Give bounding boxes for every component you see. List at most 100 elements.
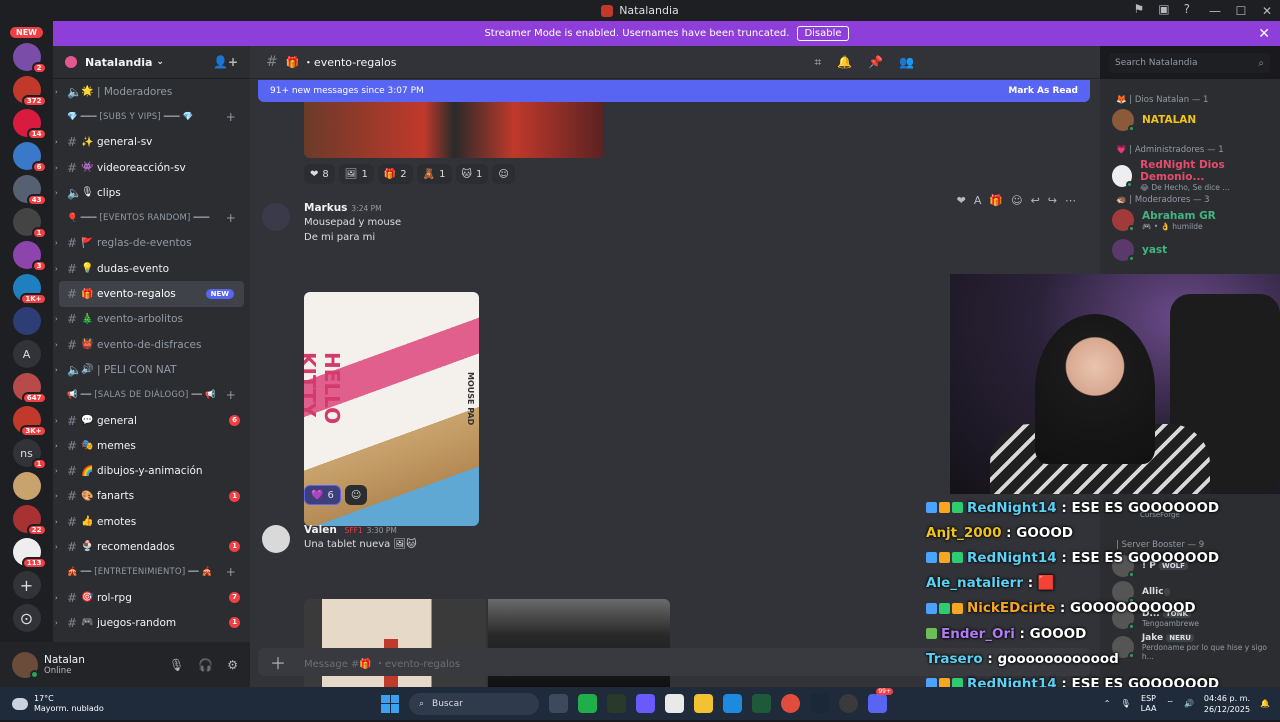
channel-item[interactable]: # 🎁 evento-regalos NEW — [59, 281, 244, 307]
weather-widget[interactable]: 17°C Mayorm. nublado — [12, 694, 104, 714]
channel-category[interactable]: 📢 ━━ [SALAS DE DIÁLOGO] ━━ 📢 + — [53, 383, 250, 408]
channel-item[interactable]: › # 🎨 fanarts 1 — [53, 484, 250, 509]
avatar[interactable] — [262, 203, 290, 231]
windows-start-icon[interactable] — [381, 694, 399, 713]
search-input[interactable]: Search Natalandia ⌕ — [1109, 53, 1270, 73]
reaction-pill[interactable]: 🎁 2 — [377, 164, 413, 184]
inbox-icon[interactable]: ⚑ — [1134, 2, 1145, 16]
channel-item[interactable]: › 🔈 🌟 | Moderadores — [53, 79, 250, 104]
add-channel-icon[interactable]: + — [226, 110, 236, 124]
add-channel-icon[interactable]: + — [226, 565, 236, 579]
bell-icon[interactable]: 🔔 — [1260, 699, 1270, 708]
microphone-icon[interactable]: 🎙 — [169, 658, 184, 672]
channel-item[interactable]: › # 🎮 juegos-random 1 — [53, 610, 250, 635]
server-icon[interactable]: A — [12, 340, 41, 368]
wifi-icon[interactable]: ⌔ — [1166, 699, 1174, 709]
close-icon[interactable]: ✕ — [1258, 26, 1270, 42]
chrome-icon[interactable] — [781, 694, 800, 713]
volume-icon[interactable]: 🔊 — [1184, 699, 1194, 708]
channel-item[interactable]: › # 💬 general 6 — [53, 408, 250, 433]
steam-icon[interactable] — [810, 694, 829, 713]
forward-icon[interactable]: ↪ — [1048, 194, 1057, 207]
add-channel-icon[interactable]: + — [226, 388, 236, 402]
channel-item[interactable]: › # 🍨 recomendados 1 — [53, 534, 250, 559]
add-reaction-button[interactable]: ☺ — [492, 164, 515, 184]
language-indicator[interactable]: ESP LAA — [1141, 694, 1157, 714]
channel-item[interactable]: › # 👾 videoreacción-sv — [53, 155, 250, 180]
message-author[interactable]: Valen SFF1 3:30 PM — [304, 524, 397, 536]
gear-icon[interactable]: ⚙ — [227, 658, 238, 672]
folder-icon[interactable] — [694, 694, 713, 713]
reply-icon[interactable]: ↩ — [1031, 194, 1040, 207]
reaction-pill[interactable]: 💜 6 — [304, 485, 341, 505]
add-reaction-icon[interactable]: ☺ — [1011, 194, 1022, 207]
edge-icon[interactable] — [723, 694, 742, 713]
channel-item[interactable]: › # 🌈 dibujos-y-animación — [53, 458, 250, 483]
server-icon[interactable]: 14 — [12, 109, 47, 140]
help-icon[interactable]: ? — [1184, 2, 1190, 16]
avatar[interactable] — [262, 525, 290, 553]
channel-item[interactable]: › # 🚩 reglas-de-eventos — [53, 231, 250, 256]
member-item[interactable]: Abraham GR 🎮 • 👌 humilde — [1112, 209, 1216, 232]
app-icon[interactable] — [578, 694, 597, 713]
translate-icon[interactable]: A — [974, 194, 982, 207]
member-item[interactable]: yast — [1112, 239, 1167, 262]
add-channel-icon[interactable]: + — [226, 211, 236, 225]
discord-icon[interactable]: 99+ — [868, 688, 893, 713]
server-icon[interactable]: ns 1 — [12, 439, 47, 470]
bell-icon[interactable]: 🔔 — [837, 55, 852, 70]
server-icon[interactable] — [12, 307, 41, 335]
chevron-up-icon[interactable]: ⌃ — [1104, 699, 1111, 708]
gift-icon[interactable]: 🎁 — [989, 194, 1003, 207]
maximize-button[interactable]: ☐ — [1228, 4, 1254, 18]
member-item[interactable]: RedNight Dios Demonio... 😂 De Hecho, Se d… — [1112, 159, 1280, 192]
server-icon[interactable]: 43 — [12, 175, 47, 206]
server-icon[interactable]: 1K+ — [12, 274, 47, 305]
message-author[interactable]: Markus 3:24 PM — [304, 202, 382, 214]
invite-icon[interactable]: 👤+ — [213, 55, 238, 69]
app-icon[interactable] — [607, 694, 626, 713]
threads-icon[interactable]: ⌗ — [814, 55, 821, 70]
channel-category[interactable]: 🎈 ━━━ [EVENTOS RANDOM] ━━━ + — [53, 205, 250, 230]
discover-button[interactable]: ⊙ — [12, 604, 41, 632]
channel-item[interactable]: › # 🎯 rol-rpg 7 — [53, 585, 250, 610]
server-icon[interactable]: 1 — [12, 208, 47, 239]
channel-item[interactable]: › # 👹 evento-de-disfraces — [53, 332, 250, 357]
reaction-pill[interactable]: 🐱 1 — [455, 164, 489, 184]
server-icon[interactable]: 3K+ — [12, 406, 47, 437]
member-item[interactable]: NATALAN — [1112, 109, 1196, 132]
channel-item[interactable]: › # 🎭 memes — [53, 433, 250, 458]
task-view-icon[interactable] — [549, 694, 568, 713]
minimize-button[interactable]: — — [1202, 4, 1228, 18]
taskbar-search[interactable]: ⌕ Buscar — [409, 692, 539, 715]
channel-item[interactable]: › # 🎄 evento-arbolitos — [53, 307, 250, 332]
heart-icon[interactable]: ❤ — [957, 194, 966, 207]
app-icon[interactable] — [839, 694, 858, 713]
channel-item[interactable]: › # ✨ general-sv — [53, 130, 250, 155]
server-icon[interactable]: 6 — [12, 142, 47, 173]
copilot-icon[interactable] — [636, 694, 655, 713]
disable-streamer-button[interactable]: Disable — [797, 26, 849, 41]
reaction-pill[interactable]: 🧸 1 — [416, 164, 452, 184]
members-icon[interactable]: 👥 — [899, 55, 914, 70]
microphone-icon[interactable]: 🎙 — [1120, 699, 1130, 708]
reaction-pill[interactable]: 🖼 1 — [338, 164, 374, 184]
add-reaction-button[interactable]: ☺ — [344, 485, 368, 505]
channel-category[interactable]: 🎪 ━━ [ENTRETENIMIENTO] ━━ 🎪 + — [53, 560, 250, 585]
clock[interactable]: 04:46 p. m. 26/12/2025 — [1204, 693, 1250, 715]
server-icon[interactable]: 113 — [12, 538, 47, 569]
add-attachment-icon[interactable]: ＋ — [270, 650, 286, 674]
pin-icon[interactable]: 📌 — [868, 55, 883, 70]
server-icon[interactable] — [12, 472, 41, 500]
screen-icon[interactable]: ▣ — [1158, 2, 1169, 16]
channel-category[interactable]: 💎 ━━━ [SUBS Y VIPS] ━━━ 💎 + — [53, 104, 250, 129]
server-icon[interactable]: 22 — [12, 505, 47, 536]
close-window-button[interactable]: ✕ — [1254, 4, 1280, 18]
attachment-image[interactable] — [304, 102, 604, 158]
channel-item[interactable]: › # 👍 emotes — [53, 509, 250, 534]
store-icon[interactable] — [665, 694, 684, 713]
server-icon[interactable]: 372 — [12, 76, 47, 107]
channel-item[interactable]: › # 💡 dudas-evento — [53, 256, 250, 281]
app-icon[interactable] — [752, 694, 771, 713]
server-icon[interactable]: 647 — [12, 373, 47, 404]
